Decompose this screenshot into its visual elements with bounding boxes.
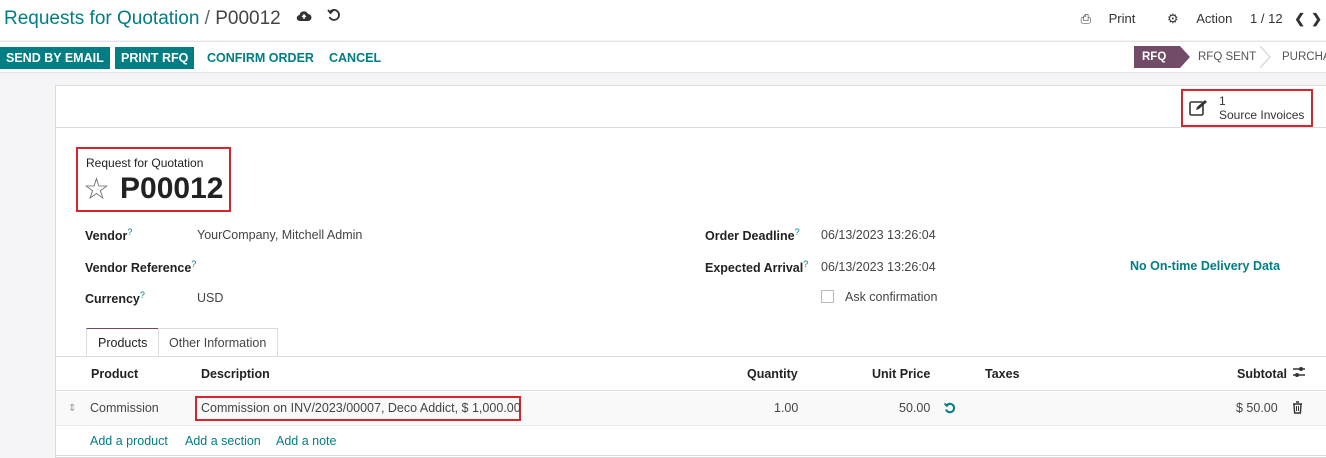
ask-confirmation-checkbox[interactable] bbox=[821, 290, 834, 303]
currency-label: Currency? bbox=[85, 290, 145, 306]
column-taxes[interactable]: Taxes bbox=[985, 367, 1020, 381]
action-label: Action bbox=[1196, 11, 1233, 26]
cell-subtotal: $ 50.00 bbox=[1236, 401, 1278, 415]
vendor-label: Vendor? bbox=[85, 227, 132, 243]
help-icon[interactable]: ? bbox=[140, 290, 145, 300]
star-icon[interactable]: ☆ bbox=[83, 172, 110, 208]
vendor-reference-field[interactable] bbox=[197, 259, 497, 275]
button-box: 1 Source Invoices bbox=[56, 86, 1326, 128]
status-purchase[interactable]: PURCHA bbox=[1274, 46, 1326, 68]
cell-description[interactable]: Commission on INV/2023/00007, Deco Addic… bbox=[201, 401, 521, 415]
print-menu[interactable]: ⎙ Print bbox=[1067, 11, 1136, 26]
cell-quantity[interactable]: 1.00 bbox=[774, 401, 798, 415]
source-invoices-label: Source Invoices bbox=[1219, 108, 1305, 122]
title-box: Request for Quotation ☆ P00012 bbox=[76, 147, 231, 212]
optional-columns-icon[interactable] bbox=[1292, 365, 1306, 382]
table-row[interactable]: ⇕ Commission Commission on INV/2023/0000… bbox=[56, 392, 1326, 426]
order-deadline-field[interactable]: 06/13/2023 13:26:04 bbox=[821, 228, 936, 242]
help-icon[interactable]: ? bbox=[803, 259, 808, 269]
breadcrumb-current: P00012 bbox=[215, 8, 281, 29]
tab-products[interactable]: Products bbox=[86, 328, 160, 356]
on-time-delivery-link[interactable]: No On-time Delivery Data bbox=[1130, 259, 1280, 273]
page-title: P00012 bbox=[120, 172, 224, 205]
currency-field[interactable]: USD bbox=[197, 291, 223, 305]
help-icon[interactable]: ? bbox=[795, 227, 800, 237]
breadcrumb-parent-link[interactable]: Requests for Quotation bbox=[4, 8, 199, 29]
breadcrumb: Requests for Quotation / P00012 bbox=[4, 8, 341, 30]
breadcrumb-separator: / bbox=[204, 8, 210, 29]
status-divider-icon bbox=[1260, 46, 1271, 68]
control-panel: Requests for Quotation / P00012 ⎙ Print … bbox=[0, 0, 1326, 40]
source-invoices-count: 1 bbox=[1219, 94, 1226, 108]
add-product-link[interactable]: Add a product bbox=[90, 434, 168, 448]
order-deadline-label-text: Order Deadline bbox=[705, 229, 795, 244]
expected-arrival-field[interactable]: 06/13/2023 13:26:04 bbox=[821, 260, 936, 274]
table-bottom-divider bbox=[56, 455, 1326, 456]
status-rfq: RFQ bbox=[1134, 46, 1180, 68]
vendor-reference-label: Vendor Reference? bbox=[85, 259, 196, 275]
discard-changes-icon[interactable] bbox=[327, 8, 341, 26]
help-icon[interactable]: ? bbox=[127, 227, 132, 237]
pager-previous-icon[interactable]: ❮ bbox=[1294, 11, 1305, 26]
drag-handle-icon[interactable]: ⇕ bbox=[68, 403, 76, 414]
ask-confirmation-label: Ask confirmation bbox=[845, 290, 938, 304]
order-lines-header: Product Description Quantity Unit Price … bbox=[56, 358, 1326, 391]
source-invoices-button[interactable]: 1 Source Invoices bbox=[1181, 89, 1313, 127]
button-bar: SEND BY EMAIL PRINT RFQ CONFIRM ORDER CA… bbox=[0, 41, 1326, 73]
vendor-reference-label-text: Vendor Reference bbox=[85, 261, 192, 276]
add-section-link[interactable]: Add a section bbox=[185, 434, 261, 448]
form-sheet: 1 Source Invoices Request for Quotation … bbox=[55, 85, 1326, 458]
price-history-icon[interactable] bbox=[943, 402, 956, 417]
send-by-email-button[interactable]: SEND BY EMAIL bbox=[0, 47, 110, 69]
currency-label-text: Currency bbox=[85, 292, 140, 307]
confirm-order-button[interactable]: CONFIRM ORDER bbox=[201, 47, 320, 69]
vendor-field[interactable]: YourCompany, Mitchell Admin bbox=[197, 228, 362, 242]
column-description[interactable]: Description bbox=[201, 367, 270, 381]
column-quantity[interactable]: Quantity bbox=[747, 367, 798, 381]
gear-icon: ⚙ bbox=[1166, 11, 1179, 26]
add-note-link[interactable]: Add a note bbox=[276, 434, 336, 448]
print-label: Print bbox=[1108, 11, 1136, 26]
printer-icon: ⎙ bbox=[1080, 11, 1091, 26]
help-icon[interactable]: ? bbox=[191, 259, 196, 269]
trash-icon[interactable] bbox=[1292, 401, 1303, 417]
pager-next-icon[interactable]: ❯ bbox=[1311, 11, 1322, 26]
document-type-label: Request for Quotation bbox=[86, 156, 204, 170]
cancel-button[interactable]: CANCEL bbox=[323, 47, 387, 69]
column-product[interactable]: Product bbox=[91, 367, 138, 381]
cell-unit-price[interactable]: 50.00 bbox=[899, 401, 930, 415]
pager-value[interactable]: 1 / 12 bbox=[1250, 11, 1283, 26]
column-unit-price[interactable]: Unit Price bbox=[872, 367, 930, 381]
order-deadline-label: Order Deadline? bbox=[705, 227, 800, 243]
tab-divider bbox=[56, 356, 1326, 357]
column-subtotal[interactable]: Subtotal bbox=[1237, 367, 1287, 381]
status-rfq-sent[interactable]: RFQ SENT bbox=[1190, 46, 1264, 68]
expected-arrival-label: Expected Arrival? bbox=[705, 259, 808, 275]
expected-arrival-label-text: Expected Arrival bbox=[705, 261, 804, 276]
tab-other-information[interactable]: Other Information bbox=[158, 328, 279, 356]
cloud-save-icon[interactable] bbox=[296, 9, 312, 26]
action-menu[interactable]: ⚙ Action bbox=[1153, 11, 1232, 26]
print-rfq-button[interactable]: PRINT RFQ bbox=[115, 47, 195, 69]
top-actions: ⎙ Print ⚙ Action 1 / 12 ❮ ❯ bbox=[1053, 11, 1322, 27]
vendor-label-text: Vendor bbox=[85, 229, 128, 244]
cell-product[interactable]: Commission bbox=[90, 401, 159, 415]
status-bar: RFQ RFQ SENT PURCHA bbox=[1134, 42, 1326, 72]
edit-icon bbox=[1189, 99, 1209, 122]
